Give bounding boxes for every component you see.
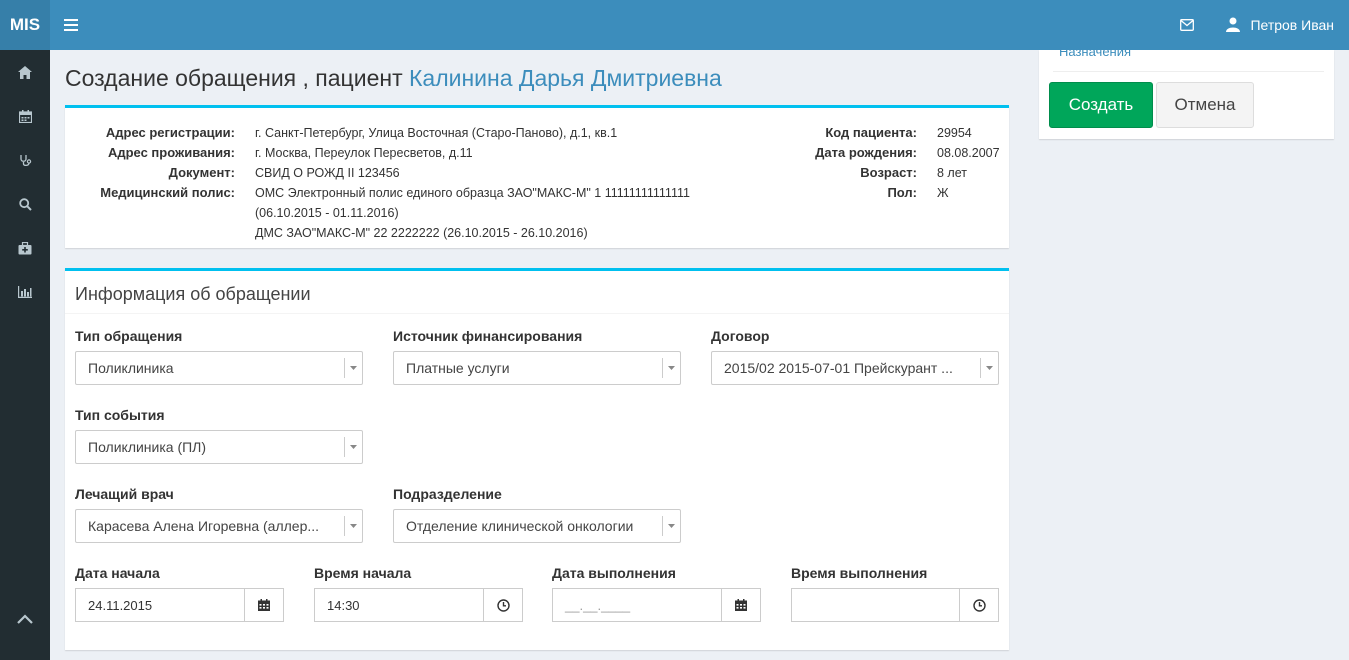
patient-labels-left: Адрес регистрации: Адрес проживания: Док… (65, 123, 235, 203)
sidebar-item-home[interactable] (0, 50, 50, 94)
patient-values-right: 29954 08.08.2007 8 лет Ж (937, 123, 1007, 203)
funding-source-label: Источник финансирования (393, 328, 583, 344)
department-value: Отделение клинической онкологии (406, 518, 634, 534)
stethoscope-icon (19, 154, 31, 166)
caret-down-icon (662, 516, 680, 536)
start-date-input[interactable]: 24.11.2015 (75, 588, 245, 622)
chevron-up-icon[interactable] (0, 604, 50, 634)
sidebar-item-reports[interactable] (0, 270, 50, 314)
doctor-value: Карасева Алена Игоревна (аллер... (88, 518, 320, 534)
exec-date-placeholder: __.__.____ (565, 598, 631, 613)
value-policy-line3: ДМС ЗАО"МАКС-М" 22 2222222 (26.10.2015 -… (255, 226, 588, 240)
caret-down-icon (662, 358, 680, 378)
user-icon (1226, 17, 1242, 33)
patient-name-link[interactable]: Калинина Дарья Дмитриевна (409, 65, 722, 91)
create-button[interactable]: Создать (1049, 82, 1153, 128)
start-time-value: 14:30 (327, 598, 360, 613)
top-navbar: MIS Петров Иван (0, 0, 1349, 50)
label-document: Документ: (168, 165, 235, 180)
contract-select[interactable]: 2015/02 2015-07-01 Прейскурант ... (711, 351, 999, 385)
caret-down-icon (980, 358, 998, 378)
label-sex: Пол: (887, 185, 917, 200)
value-sex: Ж (937, 186, 949, 200)
label-address-reg: Адрес регистрации: (105, 125, 235, 140)
exec-time-input[interactable] (791, 588, 961, 622)
value-policy-line1: ОМС Электронный полис единого образца ЗА… (255, 186, 690, 200)
caret-down-icon (344, 437, 362, 457)
home-icon (18, 65, 32, 79)
event-type-label: Тип события (75, 407, 165, 423)
patient-labels-right: Код пациента: Дата рождения: Возраст: По… (765, 123, 917, 203)
event-type-select[interactable]: Поликлиника (ПЛ) (75, 430, 363, 464)
department-select[interactable]: Отделение клинической онкологии (393, 509, 681, 543)
contract-label: Договор (711, 328, 770, 344)
label-birth-date: Дата рождения: (815, 145, 917, 160)
value-birth-date: 08.08.2007 (937, 146, 1000, 160)
value-document: СВИД О РОЖД II 123456 (255, 166, 400, 180)
cancel-button[interactable]: Отмена (1156, 82, 1254, 128)
medkit-icon (18, 241, 32, 254)
calendar-icon[interactable] (244, 588, 284, 622)
exec-date-input[interactable]: __.__.____ (552, 588, 722, 622)
appointments-link[interactable]: Назначения (1059, 44, 1131, 59)
caret-down-icon (344, 516, 362, 536)
label-patient-code: Код пациента: (825, 125, 917, 140)
appeal-type-select[interactable]: Поликлиника (75, 351, 363, 385)
event-type-value: Поликлиника (ПЛ) (88, 439, 207, 455)
actions-panel: Назначения Создать Отмена (1039, 44, 1334, 139)
user-name: Петров Иван (1250, 17, 1334, 33)
sidebar-item-medkit[interactable] (0, 226, 50, 270)
value-age: 8 лет (937, 166, 967, 180)
department-label: Подразделение (393, 486, 502, 502)
sidebar-item-calendar[interactable] (0, 94, 50, 138)
value-patient-code: 29954 (937, 126, 972, 140)
hamburger-icon[interactable] (60, 14, 82, 36)
user-menu[interactable]: Петров Иван (1226, 17, 1334, 33)
exec-time-label: Время выполнения (791, 565, 928, 581)
start-date-value: 24.11.2015 (88, 598, 153, 613)
start-time-input[interactable]: 14:30 (314, 588, 484, 622)
app-logo[interactable]: MIS (0, 0, 50, 50)
bar-chart-icon (18, 286, 32, 298)
value-address-reg: г. Санкт-Петербург, Улица Восточная (Ста… (255, 126, 618, 140)
sidebar (0, 50, 50, 660)
appeal-type-label: Тип обращения (75, 328, 183, 344)
search-icon (18, 197, 32, 211)
label-policy: Медицинский полис: (100, 185, 235, 200)
funding-source-select[interactable]: Платные услуги (393, 351, 681, 385)
value-policy-line2: (06.10.2015 - 01.11.2016) (255, 206, 399, 220)
calendar-icon (18, 109, 32, 123)
sidebar-item-visits[interactable] (0, 138, 50, 182)
start-time-label: Время начала (314, 565, 412, 581)
doctor-select[interactable]: Карасева Алена Игоревна (аллер... (75, 509, 363, 543)
start-date-label: Дата начала (75, 565, 160, 581)
patient-info-box: Адрес регистрации: Адрес проживания: Док… (65, 105, 1009, 248)
appeal-info-box: Информация об обращении Тип обращения По… (65, 268, 1009, 650)
clock-icon[interactable] (483, 588, 523, 622)
appeal-info-title: Информация об обращении (75, 284, 311, 304)
envelope-icon[interactable] (1176, 14, 1198, 36)
sidebar-item-search[interactable] (0, 182, 50, 226)
divider (1053, 71, 1324, 72)
contract-value: 2015/02 2015-07-01 Прейскурант ... (724, 360, 953, 376)
caret-down-icon (344, 358, 362, 378)
exec-date-label: Дата выполнения (552, 565, 676, 581)
funding-source-value: Платные услуги (406, 360, 510, 376)
page-title: Создание обращения , пациент Калинина Да… (65, 65, 722, 92)
clock-icon[interactable] (959, 588, 999, 622)
patient-values-left: г. Санкт-Петербург, Улица Восточная (Ста… (255, 123, 775, 243)
appeal-info-header: Информация об обращении (65, 271, 1009, 314)
calendar-icon[interactable] (721, 588, 761, 622)
appeal-type-value: Поликлиника (88, 360, 174, 376)
page-title-prefix: Создание обращения , пациент (65, 65, 403, 91)
label-address-live: Адрес проживания: (107, 145, 235, 160)
value-address-live: г. Москва, Переулок Пересветов, д.11 (255, 146, 473, 160)
label-age: Возраст: (860, 165, 917, 180)
doctor-label: Лечащий врач (75, 486, 174, 502)
